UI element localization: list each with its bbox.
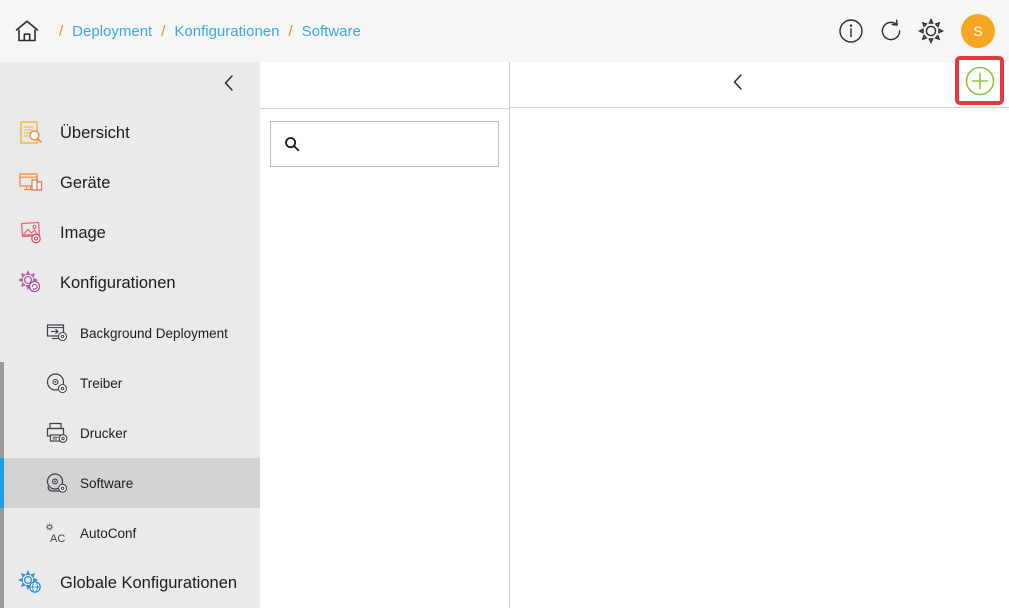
avatar-initial: S (973, 23, 983, 39)
sidebar-item-drucker[interactable]: Drucker (0, 408, 260, 458)
breadcrumb-separator: / (59, 22, 64, 40)
selected-indicator (0, 458, 4, 508)
sidebar-item-konfigurationen[interactable]: Konfigurationen (0, 258, 260, 308)
configurations-gear-icon (14, 268, 48, 298)
list-panel-header (260, 62, 509, 109)
breadcrumb-item-deployment[interactable]: Deployment (72, 23, 152, 40)
sidebar-item-label: Geräte (60, 173, 111, 192)
main-body: Übersicht Geräte Image Konfigurationen B… (0, 62, 1009, 608)
sidebar-item-globale-konfigurationen[interactable]: Globale Konfigurationen (0, 558, 260, 608)
sidebar: Übersicht Geräte Image Konfigurationen B… (0, 62, 260, 608)
autoconf-icon: AC (44, 521, 70, 545)
chevron-left-icon (218, 72, 240, 99)
add-button[interactable] (955, 56, 1004, 105)
content-body (510, 108, 1009, 608)
overview-icon (14, 118, 48, 148)
sidebar-item-treiber[interactable]: Treiber (0, 358, 260, 408)
sidebar-item-label: Treiber (80, 375, 123, 391)
back-button[interactable] (724, 71, 752, 99)
sidebar-item-label: Image (60, 223, 106, 242)
home-icon[interactable] (10, 14, 44, 48)
plus-circle-icon (964, 65, 996, 97)
refresh-icon[interactable] (877, 17, 905, 45)
background-deployment-icon (44, 321, 70, 345)
sidebar-item-background-deployment[interactable]: Background Deployment (0, 308, 260, 358)
devices-icon (14, 168, 48, 198)
sidebar-item-uebersicht[interactable]: Übersicht (0, 108, 260, 158)
breadcrumb-item-software[interactable]: Software (302, 23, 361, 40)
printer-icon (44, 421, 70, 445)
avatar[interactable]: S (961, 14, 995, 48)
chevron-left-icon (727, 71, 749, 98)
global-configurations-icon (14, 568, 48, 598)
sidebar-item-software[interactable]: Software (0, 458, 260, 508)
breadcrumb-separator: / (288, 22, 293, 40)
topbar-actions: S (837, 14, 995, 48)
info-icon[interactable] (837, 17, 865, 45)
sidebar-item-label: Konfigurationen (60, 273, 176, 292)
sidebar-item-geraete[interactable]: Geräte (0, 158, 260, 208)
sidebar-item-label: Software (80, 475, 134, 491)
list-panel (260, 62, 510, 608)
sidebar-collapse-button[interactable] (0, 62, 260, 108)
breadcrumb: / Deployment / Konfigurationen / Softwar… (50, 23, 361, 40)
breadcrumb-item-konfigurationen[interactable]: Konfigurationen (174, 23, 279, 40)
sidebar-item-autoconf[interactable]: AC AutoConf (0, 508, 260, 558)
top-bar: / Deployment / Konfigurationen / Softwar… (0, 0, 1009, 62)
content-panel (510, 62, 1009, 608)
software-disc-icon (44, 471, 70, 495)
search-icon (283, 135, 301, 153)
svg-text:AC: AC (50, 533, 65, 545)
sidebar-item-image[interactable]: Image (0, 208, 260, 258)
content-header (510, 62, 1009, 108)
image-icon (14, 218, 48, 248)
application-window: / Deployment / Konfigurationen / Softwar… (0, 0, 1009, 608)
sidebar-item-label: Globale Konfigurationen (60, 573, 238, 592)
breadcrumb-separator: / (161, 22, 166, 40)
sidebar-item-label: Drucker (80, 425, 128, 441)
search-input[interactable] (309, 135, 489, 153)
sidebar-item-label: Übersicht (60, 123, 130, 142)
sidebar-item-label: AutoConf (80, 525, 137, 541)
gear-icon[interactable] (917, 17, 945, 45)
driver-disc-icon (44, 371, 70, 395)
search-box[interactable] (270, 121, 499, 167)
search-container (260, 109, 509, 167)
sidebar-item-label: Background Deployment (80, 325, 228, 341)
